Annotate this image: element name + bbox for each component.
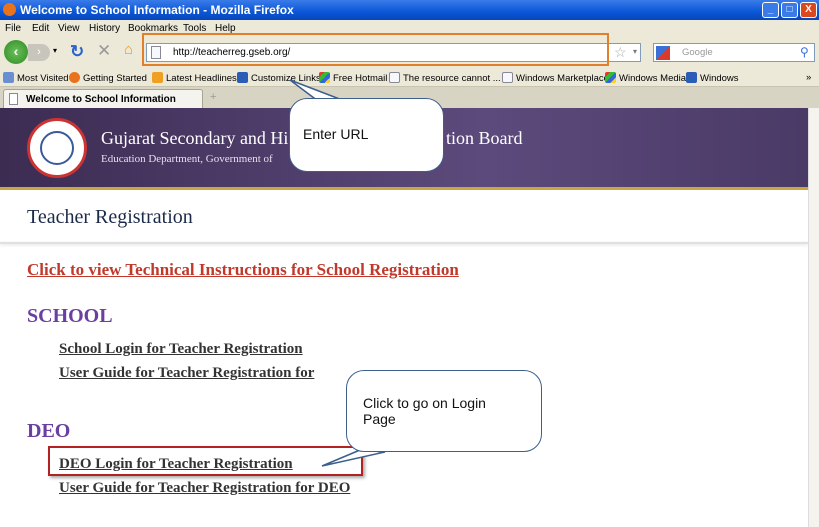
login-callout-text: Click to go on Login Page: [363, 395, 486, 427]
enter-url-callout-text: Enter URL: [303, 126, 369, 142]
login-callout-pointer: [321, 449, 386, 467]
login-callout: Click to go on Login Page: [346, 370, 542, 452]
enter-url-callout: Enter URL: [289, 98, 444, 172]
